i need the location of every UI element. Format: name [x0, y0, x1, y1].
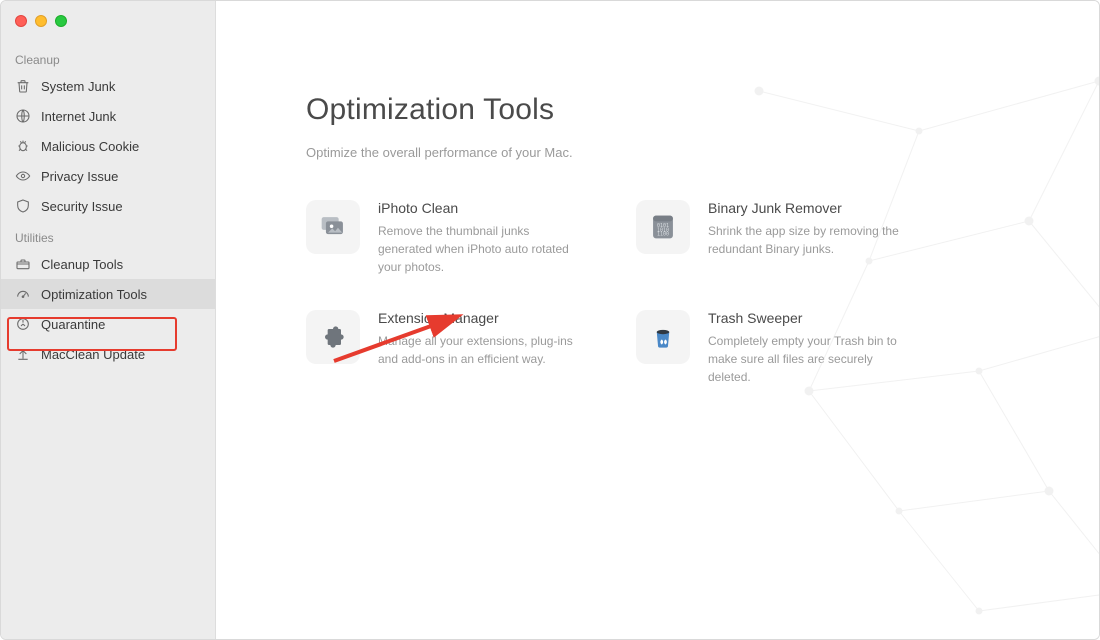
- tool-desc: Shrink the app size by removing the redu…: [708, 222, 908, 258]
- sidebar-section-cleanup: Cleanup: [1, 43, 215, 71]
- quarantine-icon: [15, 316, 31, 332]
- close-window-button[interactable]: [15, 15, 27, 27]
- photos-icon: [306, 200, 360, 254]
- tool-title: iPhoto Clean: [378, 200, 578, 216]
- sidebar-item-optimization-tools[interactable]: Optimization Tools: [1, 279, 215, 309]
- globe-icon: [15, 108, 31, 124]
- tool-title: Extension Manager: [378, 310, 578, 326]
- tool-binary-junk-remover[interactable]: 101001011100 Binary Junk Remover Shrink …: [636, 200, 926, 276]
- puzzle-icon: [306, 310, 360, 364]
- sidebar-item-label: Quarantine: [41, 318, 105, 331]
- sidebar: Cleanup System Junk Internet Junk Malici…: [1, 1, 216, 639]
- tool-desc: Completely empty your Trash bin to make …: [708, 332, 908, 386]
- toolbox-icon: [15, 256, 31, 272]
- sidebar-item-internet-junk[interactable]: Internet Junk: [1, 101, 215, 131]
- sidebar-item-label: Malicious Cookie: [41, 140, 139, 153]
- gauge-icon: [15, 286, 31, 302]
- svg-text:1100: 1100: [657, 232, 669, 238]
- sidebar-item-security-issue[interactable]: Security Issue: [1, 191, 215, 221]
- sidebar-item-macclean-update[interactable]: MacClean Update: [1, 339, 215, 369]
- tool-extension-manager[interactable]: Extension Manager Manage all your extens…: [306, 310, 596, 386]
- sidebar-item-quarantine[interactable]: Quarantine: [1, 309, 215, 339]
- sidebar-item-label: MacClean Update: [41, 348, 145, 361]
- trash-icon: [15, 78, 31, 94]
- bin-icon: [636, 310, 690, 364]
- eye-icon: [15, 168, 31, 184]
- sidebar-item-label: Optimization Tools: [41, 288, 147, 301]
- sidebar-item-label: Privacy Issue: [41, 170, 118, 183]
- sidebar-item-label: Cleanup Tools: [41, 258, 123, 271]
- binary-icon: 101001011100: [636, 200, 690, 254]
- bug-icon: [15, 138, 31, 154]
- sidebar-item-privacy-issue[interactable]: Privacy Issue: [1, 161, 215, 191]
- tool-desc: Manage all your extensions, plug-ins and…: [378, 332, 578, 368]
- tool-iphoto-clean[interactable]: iPhoto Clean Remove the thumbnail junks …: [306, 200, 596, 276]
- sidebar-item-system-junk[interactable]: System Junk: [1, 71, 215, 101]
- tool-desc: Remove the thumbnail junks generated whe…: [378, 222, 578, 276]
- minimize-window-button[interactable]: [35, 15, 47, 27]
- tool-title: Binary Junk Remover: [708, 200, 908, 216]
- svg-text:0101: 0101: [657, 223, 669, 229]
- upload-icon: [15, 346, 31, 362]
- sidebar-item-label: Internet Junk: [41, 110, 116, 123]
- window-controls: [1, 15, 215, 43]
- main-panel: Optimization Tools Optimize the overall …: [216, 1, 1099, 639]
- sidebar-item-label: System Junk: [41, 80, 115, 93]
- page-title: Optimization Tools: [306, 93, 1039, 127]
- sidebar-item-label: Security Issue: [41, 200, 123, 213]
- zoom-window-button[interactable]: [55, 15, 67, 27]
- shield-icon: [15, 198, 31, 214]
- sidebar-item-malicious-cookie[interactable]: Malicious Cookie: [1, 131, 215, 161]
- tool-title: Trash Sweeper: [708, 310, 908, 326]
- sidebar-item-cleanup-tools[interactable]: Cleanup Tools: [1, 249, 215, 279]
- page-subtitle: Optimize the overall performance of your…: [306, 145, 1039, 160]
- tool-trash-sweeper[interactable]: Trash Sweeper Completely empty your Tras…: [636, 310, 926, 386]
- app-window: Cleanup System Junk Internet Junk Malici…: [0, 0, 1100, 640]
- tools-grid: iPhoto Clean Remove the thumbnail junks …: [306, 200, 1039, 386]
- sidebar-section-utilities: Utilities: [1, 221, 215, 249]
